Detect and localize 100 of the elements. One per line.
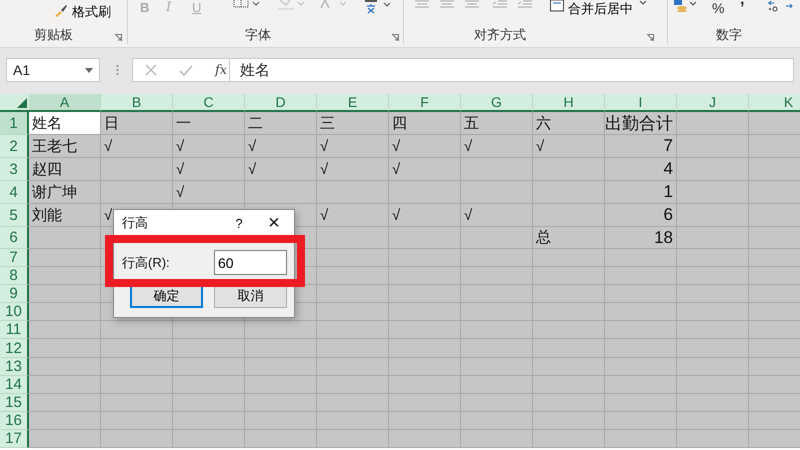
dialog-launcher-icon[interactable] bbox=[115, 34, 122, 41]
table-cell: √ bbox=[533, 135, 605, 158]
align-icon[interactable] bbox=[440, 0, 454, 8]
column-header[interactable]: J bbox=[677, 94, 749, 112]
table-cell bbox=[389, 321, 461, 340]
table-cell bbox=[389, 412, 461, 430]
table-cell bbox=[389, 358, 461, 376]
column-header[interactable]: I bbox=[605, 94, 677, 112]
table-cell: √ bbox=[245, 135, 317, 158]
merge-cells-icon[interactable] bbox=[550, 0, 564, 12]
group-label: 字体 bbox=[245, 26, 271, 44]
table-cell bbox=[389, 249, 461, 268]
table-cell bbox=[317, 285, 389, 304]
table-cell: 日 bbox=[101, 112, 173, 135]
insert-function-button[interactable]: fx bbox=[215, 62, 228, 78]
table-cell bbox=[605, 358, 677, 376]
table-cell bbox=[389, 303, 461, 322]
dialog-launcher-icon[interactable] bbox=[392, 34, 399, 41]
table-cell bbox=[461, 303, 533, 322]
table-cell bbox=[533, 285, 605, 304]
format-painter-button[interactable]: 格式刷 bbox=[72, 3, 111, 21]
table-cell bbox=[605, 412, 677, 430]
comma-button[interactable]: , bbox=[740, 0, 744, 9]
borders-icon[interactable] bbox=[233, 0, 259, 8]
row-header[interactable]: 5 bbox=[0, 204, 29, 227]
column-header[interactable]: C bbox=[173, 94, 245, 112]
table-cell: 出勤合计 bbox=[605, 112, 677, 135]
row-header[interactable]: 1 bbox=[0, 112, 29, 135]
table-cell bbox=[29, 376, 101, 394]
table-cell bbox=[317, 303, 389, 322]
phonetic-icon[interactable] bbox=[364, 0, 392, 14]
row-header[interactable]: 2 bbox=[0, 135, 29, 158]
row-header[interactable]: 14 bbox=[0, 376, 29, 394]
row-header[interactable]: 9 bbox=[0, 285, 29, 304]
table-cell bbox=[173, 339, 245, 358]
close-button[interactable]: × bbox=[254, 213, 294, 233]
row-header[interactable]: 6 bbox=[0, 227, 29, 249]
column-header[interactable]: H bbox=[533, 94, 605, 112]
table-cell bbox=[533, 181, 605, 204]
table-cell bbox=[533, 339, 605, 358]
table-cell bbox=[533, 249, 605, 268]
table-cell bbox=[605, 339, 677, 358]
row-height-field[interactable]: 60 bbox=[214, 250, 287, 275]
number-format-icon[interactable] bbox=[672, 0, 698, 12]
group-label: 对齐方式 bbox=[474, 26, 526, 44]
table-cell: √ bbox=[389, 158, 461, 181]
table-cell bbox=[677, 158, 749, 181]
column-header[interactable]: F bbox=[389, 94, 461, 112]
help-button[interactable]: ? bbox=[224, 216, 254, 230]
column-header[interactable]: D bbox=[245, 94, 317, 112]
row-header[interactable]: 8 bbox=[0, 267, 29, 286]
paintbrush-icon[interactable] bbox=[54, 3, 68, 17]
row-header[interactable]: 11 bbox=[0, 321, 29, 340]
row-header[interactable]: 10 bbox=[0, 303, 29, 322]
fill-color-icon[interactable] bbox=[278, 0, 304, 10]
table-cell bbox=[533, 321, 605, 340]
align-icon[interactable] bbox=[465, 0, 479, 8]
indent-icon[interactable] bbox=[493, 0, 507, 8]
column-header[interactable]: A bbox=[29, 94, 101, 112]
select-all-icon[interactable] bbox=[17, 98, 27, 108]
table-cell: √ bbox=[389, 135, 461, 158]
row-header[interactable]: 12 bbox=[0, 339, 29, 358]
dropdown-caret-icon[interactable] bbox=[85, 68, 93, 72]
table-cell bbox=[677, 135, 749, 158]
table-cell bbox=[173, 376, 245, 394]
table-cell bbox=[317, 227, 389, 249]
dialog-launcher-icon[interactable] bbox=[647, 34, 654, 41]
merge-center-button[interactable]: 合并后居中 bbox=[568, 0, 633, 18]
align-icon[interactable] bbox=[415, 0, 429, 8]
table-cell bbox=[533, 430, 605, 448]
caret-icon[interactable] bbox=[639, 1, 647, 6]
table-cell bbox=[533, 394, 605, 412]
table-cell bbox=[29, 394, 101, 412]
table-cell bbox=[533, 158, 605, 181]
row-header[interactable]: 15 bbox=[0, 394, 29, 412]
table-cell bbox=[533, 267, 605, 286]
table-cell bbox=[461, 227, 533, 249]
row-header[interactable]: 7 bbox=[0, 249, 29, 268]
row-header[interactable]: 13 bbox=[0, 358, 29, 376]
row-header[interactable]: 17 bbox=[0, 430, 29, 448]
percent-button[interactable]: % bbox=[712, 0, 724, 16]
table-cell: 五 bbox=[461, 112, 533, 135]
table-cell bbox=[533, 204, 605, 227]
row-header[interactable]: 16 bbox=[0, 412, 29, 430]
table-cell bbox=[101, 339, 173, 358]
column-header[interactable]: K bbox=[749, 94, 800, 112]
row-header[interactable]: 3 bbox=[0, 158, 29, 181]
table-cell: √ bbox=[101, 135, 173, 158]
table-cell: √ bbox=[317, 204, 389, 227]
table-cell bbox=[677, 112, 749, 135]
column-header[interactable]: B bbox=[101, 94, 173, 112]
table-cell bbox=[317, 394, 389, 412]
column-header[interactable]: G bbox=[461, 94, 533, 112]
column-header[interactable]: E bbox=[317, 94, 389, 112]
row-header[interactable]: 4 bbox=[0, 181, 29, 204]
font-color-icon[interactable] bbox=[320, 0, 346, 8]
indent-icon[interactable] bbox=[518, 0, 532, 8]
name-box[interactable]: A1 bbox=[6, 58, 100, 82]
table-cell bbox=[29, 249, 101, 268]
formula-input[interactable]: 姓名 bbox=[230, 58, 794, 82]
